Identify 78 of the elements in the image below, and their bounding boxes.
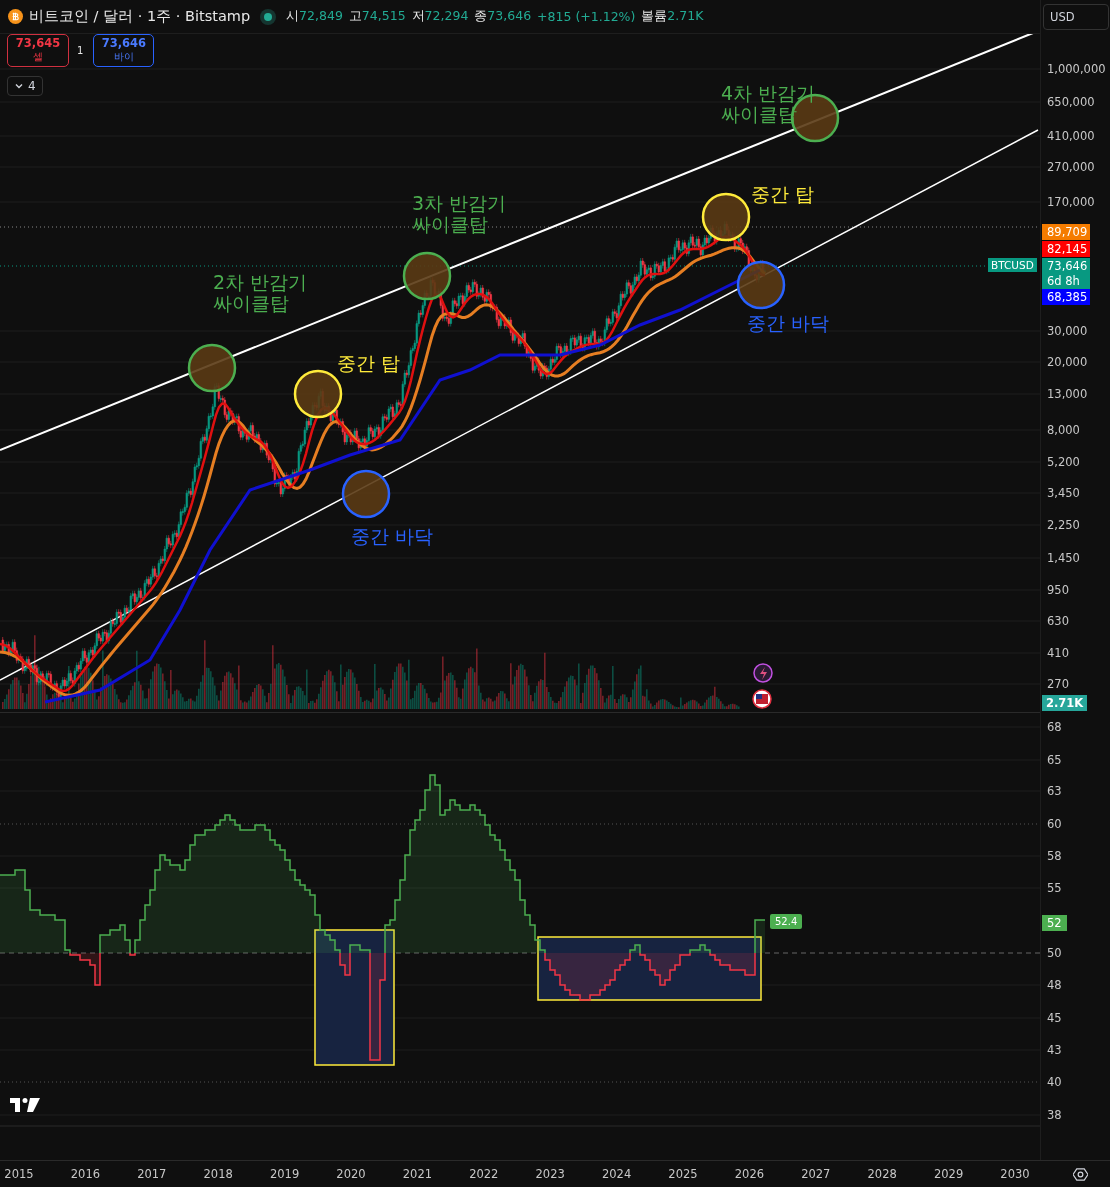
annotation-text: 3차 반감기 싸이클탑 (412, 193, 507, 235)
rsi-tag: 52 (1042, 915, 1067, 931)
symbol-title: 비트코인 / 달러 · 1주 · Bitstamp (29, 7, 251, 26)
axis-label: 410,000 (1047, 128, 1095, 144)
chevron-icon (14, 81, 24, 91)
axis-label: 38 (1047, 1107, 1062, 1123)
value-tag: 52.4 (770, 914, 803, 929)
annotation-text: 중간 탑 (337, 353, 401, 374)
axis-label: 2018 (202, 1167, 234, 1181)
axis-label: 2020 (335, 1167, 367, 1181)
volume-value: 볼륨2.71K (641, 8, 704, 25)
axis-label: 20,000 (1047, 354, 1088, 370)
axis-label: 3,450 (1047, 485, 1080, 501)
axis-label: 2026 (733, 1167, 766, 1181)
price-label: 82,145 (1042, 241, 1090, 257)
logo-icon (10, 1098, 40, 1112)
price-label: 89,709 (1042, 224, 1090, 240)
axis-label: 60 (1047, 816, 1062, 832)
axis-label: 2027 (800, 1167, 832, 1181)
ohlc-value: 저72,294 (411, 8, 469, 25)
axis-label: 630 (1047, 613, 1069, 629)
axis-label: 2017 (136, 1167, 168, 1181)
axis-label: 2030 (999, 1167, 1031, 1181)
axis-label: 2019 (268, 1167, 301, 1181)
ohlc-value: 고74,515 (348, 8, 406, 25)
price-label: 68,385 (1042, 289, 1090, 305)
axis-label: 50 (1047, 945, 1062, 961)
axis-label: 5,200 (1047, 454, 1080, 470)
axis-label: 650,000 (1047, 94, 1095, 110)
coin-icon (8, 9, 23, 24)
symbol-tag: BTCUSD (988, 258, 1037, 272)
axis-label: 45 (1047, 1010, 1062, 1026)
axis-label: 410 (1047, 645, 1069, 661)
axis-label: 2021 (401, 1167, 434, 1181)
indicators-toggle[interactable]: 4 (7, 76, 43, 96)
axis-label: 30,000 (1047, 323, 1088, 339)
axis-label: 58 (1047, 848, 1062, 864)
market-status-icon (260, 8, 277, 25)
axis-label: 2,250 (1047, 517, 1080, 533)
annotation-text: 중간 바닥 (747, 313, 830, 334)
sell-button[interactable]: 73,645 셀 (7, 34, 69, 67)
axis-label: 13,000 (1047, 386, 1088, 402)
axis-label: 1,450 (1047, 550, 1080, 566)
buy-button[interactable]: 73,646 바이 (93, 34, 155, 67)
axis-label: 65 (1047, 752, 1062, 768)
flag-icon (752, 689, 772, 709)
axis-label: 55 (1047, 880, 1062, 896)
axis-label: 270,000 (1047, 159, 1095, 175)
currency-dropdown[interactable]: USD (1043, 4, 1109, 30)
price-change: +815 (+1.12%) (537, 9, 636, 24)
annotation-text: 중간 탑 (751, 184, 815, 205)
axis-label: 63 (1047, 783, 1062, 799)
ohlc-value: 종73,646 (474, 8, 532, 25)
axis-label: 2024 (600, 1167, 633, 1181)
settings-icon[interactable] (1072, 1166, 1088, 1182)
axis-label: 8,000 (1047, 422, 1080, 438)
axis-label: 48 (1047, 977, 1062, 993)
axis-label: 2023 (534, 1167, 566, 1181)
ohlc-value: 시 72,849 (286, 8, 343, 25)
spread-value: 1 (77, 45, 84, 56)
axis-label: 2025 (667, 1167, 699, 1181)
axis-label: 2016 (69, 1167, 102, 1181)
axis-label: 40 (1047, 1074, 1062, 1090)
annotation-text: 2차 반감기 싸이클탑 (213, 272, 308, 314)
axis-label: 270 (1047, 676, 1069, 692)
axis-label: 43 (1047, 1042, 1062, 1058)
annotation-text: 중간 바닥 (351, 526, 434, 547)
axis-label: 2015 (3, 1167, 35, 1181)
axis-label: 2028 (866, 1167, 898, 1181)
axis-label: 2029 (932, 1167, 965, 1181)
axis-label: 68 (1047, 719, 1062, 735)
axis-label: 1,000,000 (1047, 61, 1106, 77)
axis-label: 170,000 (1047, 194, 1095, 210)
axis-label: 2022 (468, 1167, 500, 1181)
price-label: 73,646 6d 8h (1042, 258, 1090, 289)
volume-tag: 2.71K (1042, 695, 1088, 711)
lightning-icon (753, 663, 773, 683)
axis-label: 950 (1047, 582, 1069, 598)
